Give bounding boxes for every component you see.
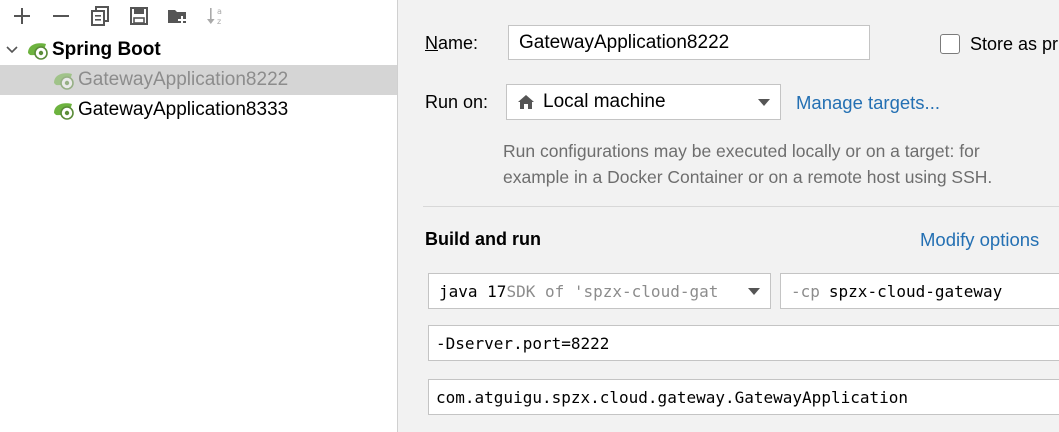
tree-item-label: GatewayApplication8333 [78, 99, 289, 120]
spring-boot-icon [52, 70, 76, 90]
chevron-down-icon [744, 288, 760, 296]
add-icon[interactable] [2, 1, 41, 31]
configurations-panel: az Spring Boot GatewayApplication8222 Ga… [0, 0, 398, 432]
svg-text:a: a [217, 7, 222, 16]
chevron-down-icon [758, 99, 770, 107]
home-icon [517, 94, 535, 110]
remove-icon[interactable] [41, 1, 80, 31]
name-input-value: GatewayApplication8222 [519, 31, 730, 53]
name-label: Name: [425, 33, 479, 53]
modify-options-link[interactable]: Modify options [920, 229, 1039, 251]
spring-boot-icon [52, 100, 76, 120]
manage-targets-link[interactable]: Manage targets... [796, 92, 940, 114]
tree-root-label: Spring Boot [52, 39, 161, 60]
build-and-run-title: Build and run [425, 229, 541, 249]
run-on-hint: Run configurations may be executed local… [503, 138, 992, 190]
svg-text:z: z [217, 17, 221, 26]
jdk-select[interactable]: java 17 SDK of 'spzx-cloud-gat [428, 273, 771, 309]
section-divider [423, 206, 1059, 207]
tree-root-spring-boot[interactable]: Spring Boot [0, 35, 397, 65]
run-on-select[interactable]: Local machine [506, 84, 781, 120]
main-class-input[interactable]: com.atguigu.spzx.cloud.gateway.GatewayAp… [428, 379, 1059, 415]
vm-options-input[interactable]: -Dserver.port=8222 [428, 325, 1059, 361]
classpath-select[interactable]: -cp spzx-cloud-gateway [780, 273, 1059, 309]
tree-item-label: GatewayApplication8222 [78, 69, 289, 90]
spring-boot-icon [26, 40, 50, 60]
sort-alpha-icon[interactable]: az [197, 1, 236, 31]
classpath-flag: -cp [791, 281, 820, 301]
store-as-project-file-label: Store as pr [970, 34, 1059, 54]
chevron-down-icon[interactable] [2, 46, 22, 54]
run-on-hint-line-2: example in a Docker Container or on a re… [503, 167, 993, 187]
name-input[interactable]: GatewayApplication8222 [508, 25, 870, 60]
jdk-detail: SDK of 'spzx-cloud-gat [506, 281, 719, 301]
run-on-value: Local machine [543, 91, 666, 112]
classpath-value: spzx-cloud-gateway [828, 281, 1003, 301]
main-class-value: com.atguigu.spzx.cloud.gateway.GatewayAp… [436, 387, 909, 407]
tree-item-gateway-8222[interactable]: GatewayApplication8222 [0, 65, 397, 95]
tree-item-gateway-8333[interactable]: GatewayApplication8333 [0, 95, 397, 125]
run-on-hint-line-1: Run configurations may be executed local… [503, 141, 980, 161]
new-folder-icon[interactable] [158, 1, 197, 31]
run-on-label: Run on: [425, 92, 489, 112]
copy-icon[interactable] [80, 1, 119, 31]
configurations-toolbar: az [0, 0, 397, 32]
store-as-project-file-checkbox[interactable] [940, 34, 960, 54]
configuration-editor: Name: GatewayApplication8222 Store as pr… [398, 0, 1059, 432]
jdk-keyword: java 17 [439, 281, 507, 301]
save-icon[interactable] [119, 1, 158, 31]
vm-options-value: -Dserver.port=8222 [436, 333, 610, 353]
